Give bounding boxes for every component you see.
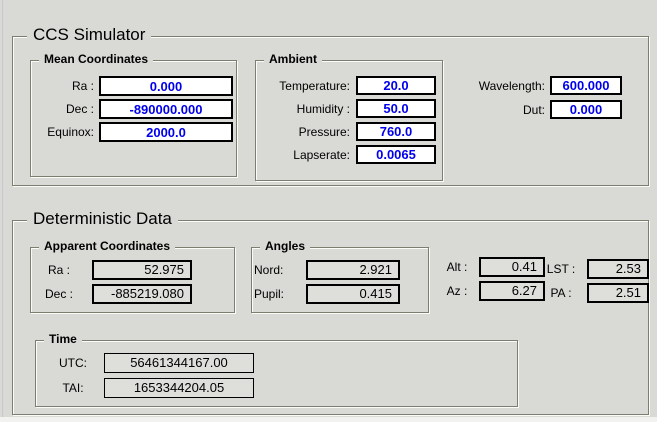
pa-row: PA : 2.51: [541, 283, 649, 303]
apparent-coordinates-title: Apparent Coordinates: [39, 239, 175, 254]
lapserate-input[interactable]: [356, 145, 436, 164]
az-label: Az :: [439, 284, 475, 298]
ra-apparent-row: Ra : 52.975: [31, 260, 192, 280]
pa-field: 2.51: [587, 283, 649, 303]
humidity-label: Humidity :: [262, 102, 350, 116]
ccs-simulator-title: CCS Simulator: [27, 25, 151, 45]
dec-apparent-field: -885219.080: [92, 284, 192, 304]
temperature-label: Temperature:: [262, 79, 350, 93]
nord-row: Nord: 2.921: [252, 260, 400, 280]
dec-apparent-label: Dec :: [34, 287, 84, 301]
az-field: 6.27: [479, 281, 545, 301]
pupil-row: Pupil: 0.415: [252, 284, 400, 304]
dec-apparent-row: Dec : -885219.080: [31, 284, 192, 304]
dec-mean-input[interactable]: [99, 99, 233, 119]
dec-mean-row: Dec :: [31, 99, 233, 119]
wavelength-row: Wavelength:: [479, 76, 622, 95]
ra-mean-row: Ra :: [31, 76, 233, 96]
deterministic-data-group: Deterministic Data Apparent Coordinates …: [12, 220, 649, 415]
apparent-coordinates-group: Apparent Coordinates Ra : 52.975 Dec : -…: [30, 247, 235, 313]
temperature-row: Temperature:: [256, 76, 436, 95]
utc-row: UTC: 56461344167.00: [50, 353, 254, 373]
ambient-group: Ambient Temperature: Humidity : Pressure…: [255, 60, 443, 181]
equinox-label: Equinox:: [32, 125, 94, 139]
pupil-field: 0.415: [306, 284, 400, 304]
pressure-label: Pressure:: [262, 125, 350, 139]
ra-mean-input[interactable]: [99, 76, 233, 96]
ra-mean-label: Ra :: [32, 79, 94, 93]
humidity-row: Humidity :: [256, 99, 436, 118]
ccs-simulator-panel: CCS Simulator Mean Coordinates Ra : Dec …: [0, 0, 657, 417]
angles-title: Angles: [260, 239, 310, 254]
mean-coordinates-group: Mean Coordinates Ra : Dec : Equinox:: [30, 60, 237, 177]
equinox-input[interactable]: [99, 122, 233, 142]
dut-row: Dut:: [523, 100, 622, 119]
ra-apparent-field: 52.975: [92, 260, 192, 280]
alt-row: Alt : 0.41: [439, 257, 545, 277]
utc-field: 56461344167.00: [104, 353, 254, 373]
alt-field: 0.41: [479, 257, 545, 277]
pressure-input[interactable]: [356, 122, 436, 141]
dut-label: Dut:: [523, 103, 545, 117]
pressure-row: Pressure:: [256, 122, 436, 141]
humidity-input[interactable]: [356, 99, 436, 118]
lapserate-label: Lapserate:: [262, 148, 350, 162]
alt-label: Alt :: [439, 260, 475, 274]
ccs-simulator-group: CCS Simulator Mean Coordinates Ra : Dec …: [12, 36, 649, 186]
utc-label: UTC:: [50, 356, 96, 370]
angles-group: Angles Nord: 2.921 Pupil: 0.415: [251, 247, 429, 313]
az-row: Az : 6.27: [439, 281, 545, 301]
nord-field: 2.921: [306, 260, 400, 280]
equinox-row: Equinox:: [31, 122, 233, 142]
nord-label: Nord:: [254, 263, 296, 277]
tai-label: TAI:: [50, 381, 96, 395]
tai-row: TAI: 1653344204.05: [50, 378, 254, 398]
pupil-label: Pupil:: [254, 287, 296, 301]
deterministic-data-title: Deterministic Data: [27, 209, 178, 229]
ambient-title: Ambient: [264, 52, 322, 67]
time-title: Time: [44, 332, 82, 347]
wavelength-label: Wavelength:: [479, 79, 545, 93]
lst-label: LST :: [541, 262, 581, 276]
tai-field: 1653344204.05: [104, 378, 254, 398]
dut-input[interactable]: [550, 100, 622, 119]
lapserate-row: Lapserate:: [256, 145, 436, 164]
time-group: Time UTC: 56461344167.00 TAI: 1653344204…: [35, 340, 518, 407]
lst-row: LST : 2.53: [541, 259, 649, 279]
window-left-edge: [2, 0, 3, 417]
dec-mean-label: Dec :: [32, 102, 94, 116]
ra-apparent-label: Ra :: [34, 263, 84, 277]
lst-field: 2.53: [587, 259, 649, 279]
pa-label: PA :: [541, 286, 581, 300]
temperature-input[interactable]: [356, 76, 436, 95]
wavelength-input[interactable]: [550, 76, 622, 95]
mean-coordinates-title: Mean Coordinates: [39, 52, 153, 67]
